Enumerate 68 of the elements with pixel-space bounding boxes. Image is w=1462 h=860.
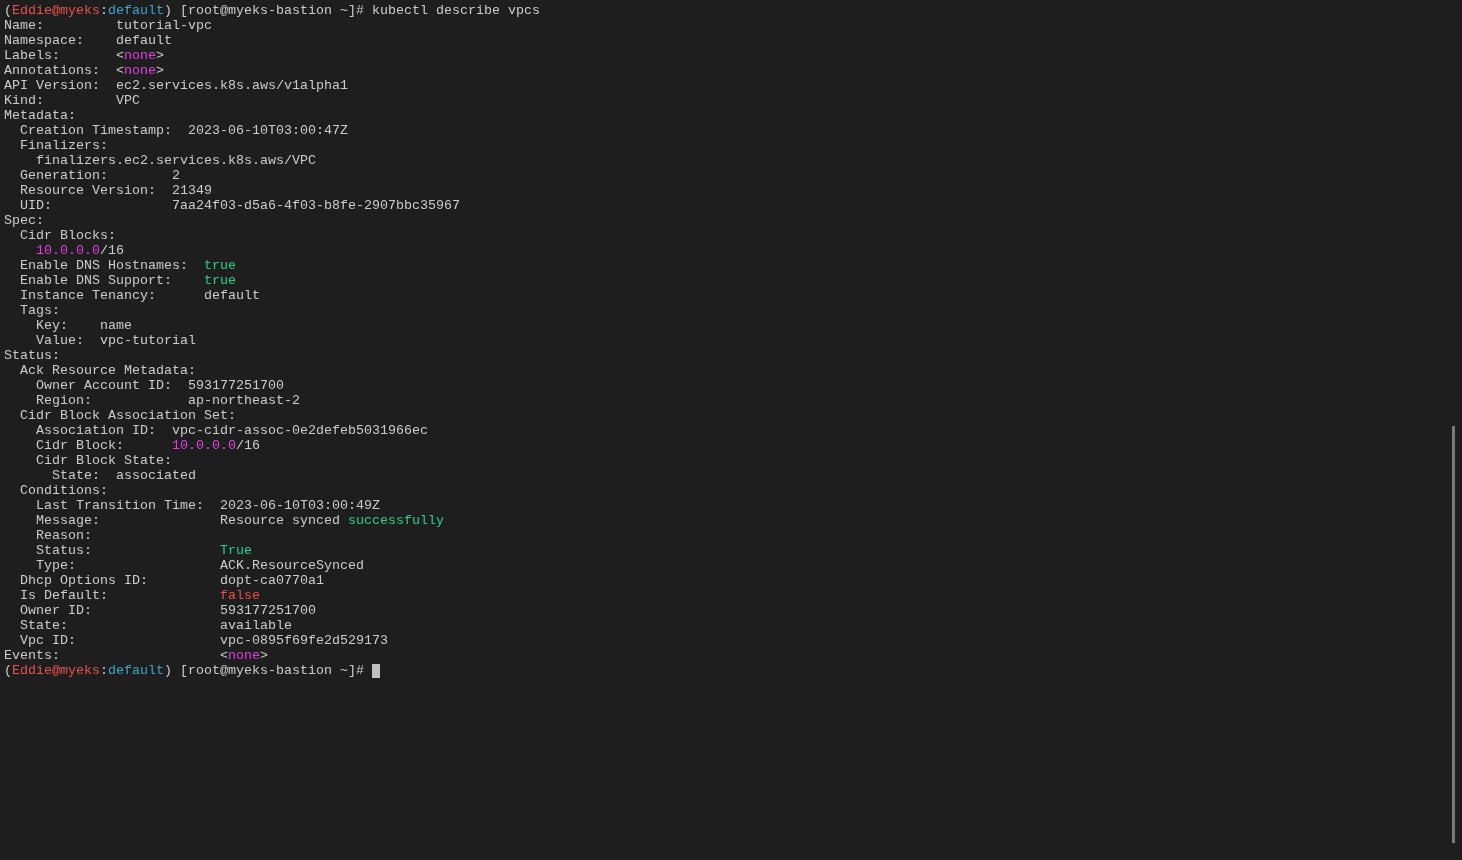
terminal-text: > xyxy=(156,48,164,63)
terminal-text: Enable DNS Support: xyxy=(19,273,173,288)
terminal-text: 10.0.0.0 xyxy=(35,243,100,258)
terminal-text: Eddie@myeks xyxy=(12,663,100,678)
terminal-text: Owner Account ID: 593177251700 xyxy=(35,378,284,393)
terminal-text: Value: vpc-tutorial xyxy=(35,333,196,348)
terminal-text: Dhcp Options ID: dopt-ca0770a1 xyxy=(19,573,324,588)
terminal-text: Tags: xyxy=(19,303,60,318)
terminal-text: ( xyxy=(4,663,12,678)
terminal-text: Vpc ID: vpc-0895f69fe2d529173 xyxy=(19,633,388,648)
terminal-text: Cidr Blocks: xyxy=(19,228,116,243)
terminal-text: Instance Tenancy: default xyxy=(19,288,260,303)
terminal-text: none xyxy=(124,63,156,78)
terminal-text: Eddie@myeks xyxy=(12,3,100,18)
terminal-text: default xyxy=(108,3,164,18)
terminal-text: false xyxy=(219,588,260,603)
terminal-text: Region: ap-northeast-2 xyxy=(35,393,300,408)
terminal-text: : xyxy=(100,3,108,18)
terminal-text: finalizers.ec2.services.k8s.aws/VPC xyxy=(35,153,316,168)
terminal-text: Name: tutorial-vpc xyxy=(4,18,212,33)
terminal-text: Metadata: xyxy=(4,108,76,123)
terminal-text: UID: 7aa24f03-d5a6-4f03-b8fe-2907bbc35967 xyxy=(19,198,460,213)
terminal-text: Generation: 2 xyxy=(19,168,180,183)
terminal-text: Cidr Block State: xyxy=(35,453,172,468)
terminal-text: Conditions: xyxy=(19,483,108,498)
terminal-text: True xyxy=(219,543,252,558)
terminal-text: Reason: xyxy=(35,528,92,543)
terminal-text: : xyxy=(100,663,108,678)
terminal-text: Association ID: vpc-cidr-assoc-0e2defeb5031966ec xyxy=(35,423,428,438)
terminal-text: Message: Resource synced xyxy=(35,513,341,528)
terminal-text: Key: name xyxy=(35,318,132,333)
terminal-text: Type: ACK.ResourceSynced xyxy=(35,558,364,573)
terminal-text: Events: < xyxy=(4,648,228,663)
terminal-text: ) [root@myeks-bastion ~]# kubectl describe vpcs xyxy=(164,3,540,18)
terminal-text: /16 xyxy=(100,243,124,258)
terminal-text: Resource Version: 21349 xyxy=(19,183,212,198)
terminal-text: Status: xyxy=(4,348,60,363)
terminal-text: Status: xyxy=(35,543,93,558)
terminal-text: successfully xyxy=(347,513,444,528)
terminal-text: State: available xyxy=(19,618,292,633)
terminal-text: Kind: VPC xyxy=(4,93,140,108)
terminal-text: Enable DNS Hostnames: xyxy=(19,258,189,273)
terminal-text: true xyxy=(203,258,236,273)
terminal-text: Cidr Block Association Set: xyxy=(19,408,236,423)
scrollbar-thumb[interactable] xyxy=(1452,426,1455,843)
terminal-text: Is Default: xyxy=(19,588,109,603)
terminal-text: 10.0.0.0 xyxy=(171,438,236,453)
terminal-text: none xyxy=(124,48,156,63)
terminal-text: > xyxy=(156,63,164,78)
terminal-text: Namespace: default xyxy=(4,33,172,48)
terminal-text: ) [root@myeks-bastion ~]# xyxy=(164,663,365,678)
terminal-text: Owner ID: 593177251700 xyxy=(19,603,316,618)
terminal-text: /16 xyxy=(235,438,260,453)
terminal-text: Creation Timestamp: 2023-06-10T03:00:47Z xyxy=(19,123,348,138)
terminal-text: Labels: < xyxy=(4,48,124,63)
terminal-text: API Version: ec2.services.k8s.aws/v1alpha1 xyxy=(4,78,348,93)
terminal-text: Cidr Block: xyxy=(35,438,125,453)
terminal-text: > xyxy=(259,648,268,663)
terminal-text: ( xyxy=(4,3,12,18)
terminal-text: default xyxy=(108,663,164,678)
terminal-text: Annotations: < xyxy=(4,63,124,78)
terminal-text: State: associated xyxy=(51,468,196,483)
terminal-text: Ack Resource Metadata: xyxy=(19,363,196,378)
terminal-text: none xyxy=(227,648,260,663)
terminal-text: Last Transition Time: 2023-06-10T03:00:49Z xyxy=(35,498,380,513)
terminal-text: true xyxy=(203,273,236,288)
terminal-text: Finalizers: xyxy=(19,138,108,153)
terminal-text: Spec: xyxy=(4,213,44,228)
